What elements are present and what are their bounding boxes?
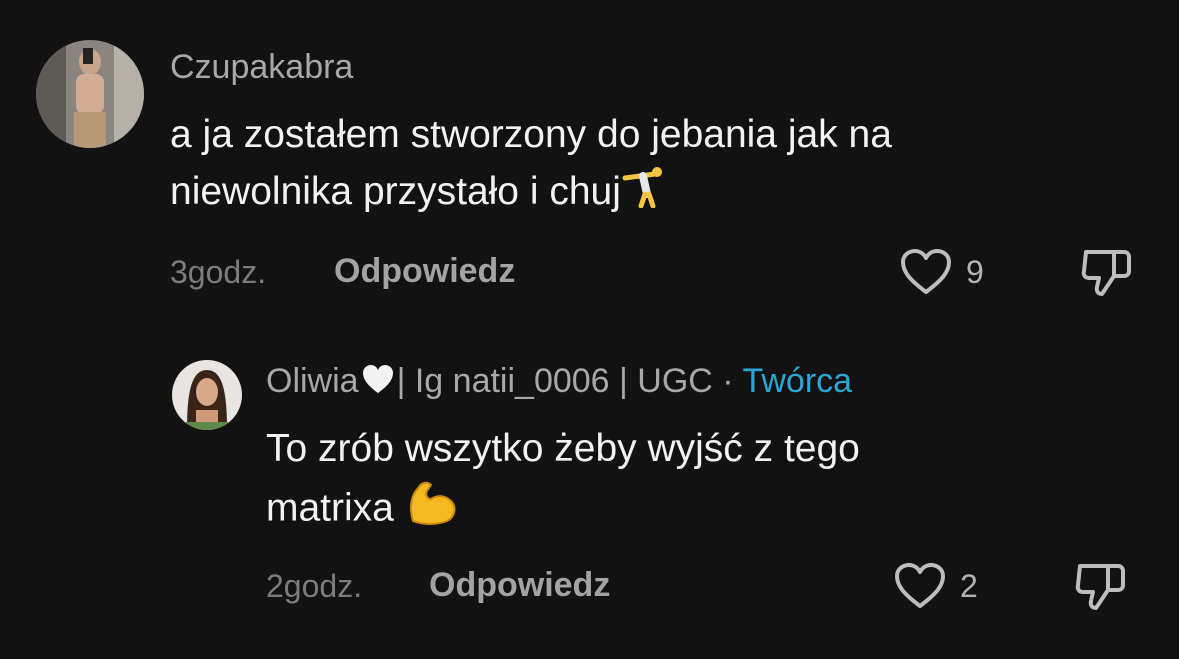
comment-text-line-2: niewolnika przystało i chuj (170, 163, 892, 224)
flexed-biceps-icon (405, 477, 461, 543)
like-count: 2 (960, 568, 978, 604)
username-suffix: | Ig natii_0006 | UGC · (396, 362, 743, 400)
comment-time: 3godz. (170, 254, 267, 290)
comment-username[interactable]: Oliwia | Ig natii_0006 | UGC · Twórca (266, 362, 852, 404)
thumbs-down-icon[interactable] (1080, 246, 1134, 303)
comment-text-line: To zrób wszytko żeby wyjść z tego (266, 427, 860, 470)
comment-text: a ja zostałem stworzony do jebania jak n… (170, 106, 892, 224)
cartwheel-emoji-icon (621, 164, 665, 224)
comment-text: To zrób wszytko żeby wyjść z tego matrix… (266, 420, 860, 543)
heart-icon[interactable] (900, 248, 952, 301)
avatar-photo (36, 40, 144, 148)
like-count: 9 (966, 254, 984, 290)
comment-username[interactable]: Czupakabra (170, 48, 353, 87)
avatar[interactable] (36, 40, 144, 148)
comment-text-line-2: matrixa (266, 477, 860, 543)
comment-time: 2godz. (266, 568, 363, 604)
reply-button[interactable]: Odpowiedz (334, 252, 515, 291)
comment-text-line: a ja zostałem stworzony do jebania jak n… (170, 113, 892, 156)
comment-item: Czupakabra a ja zostałem stworzony do je… (0, 0, 1179, 320)
comments-screen: Czupakabra a ja zostałem stworzony do je… (0, 0, 1179, 659)
reply-button[interactable]: Odpowiedz (429, 566, 610, 605)
creator-badge: Twórca (742, 362, 853, 400)
comment-text-line-2-text: niewolnika przystało i chuj (170, 170, 621, 213)
avatar-photo (172, 360, 242, 430)
avatar[interactable] (172, 360, 242, 430)
comment-text-line-2-text: matrixa (266, 486, 394, 530)
username-text: Oliwia (266, 362, 359, 400)
white-heart-icon (361, 363, 395, 404)
comment-item: Oliwia | Ig natii_0006 | UGC · Twórca To… (0, 330, 1179, 650)
thumbs-down-icon[interactable] (1074, 560, 1128, 617)
heart-icon[interactable] (894, 562, 946, 615)
